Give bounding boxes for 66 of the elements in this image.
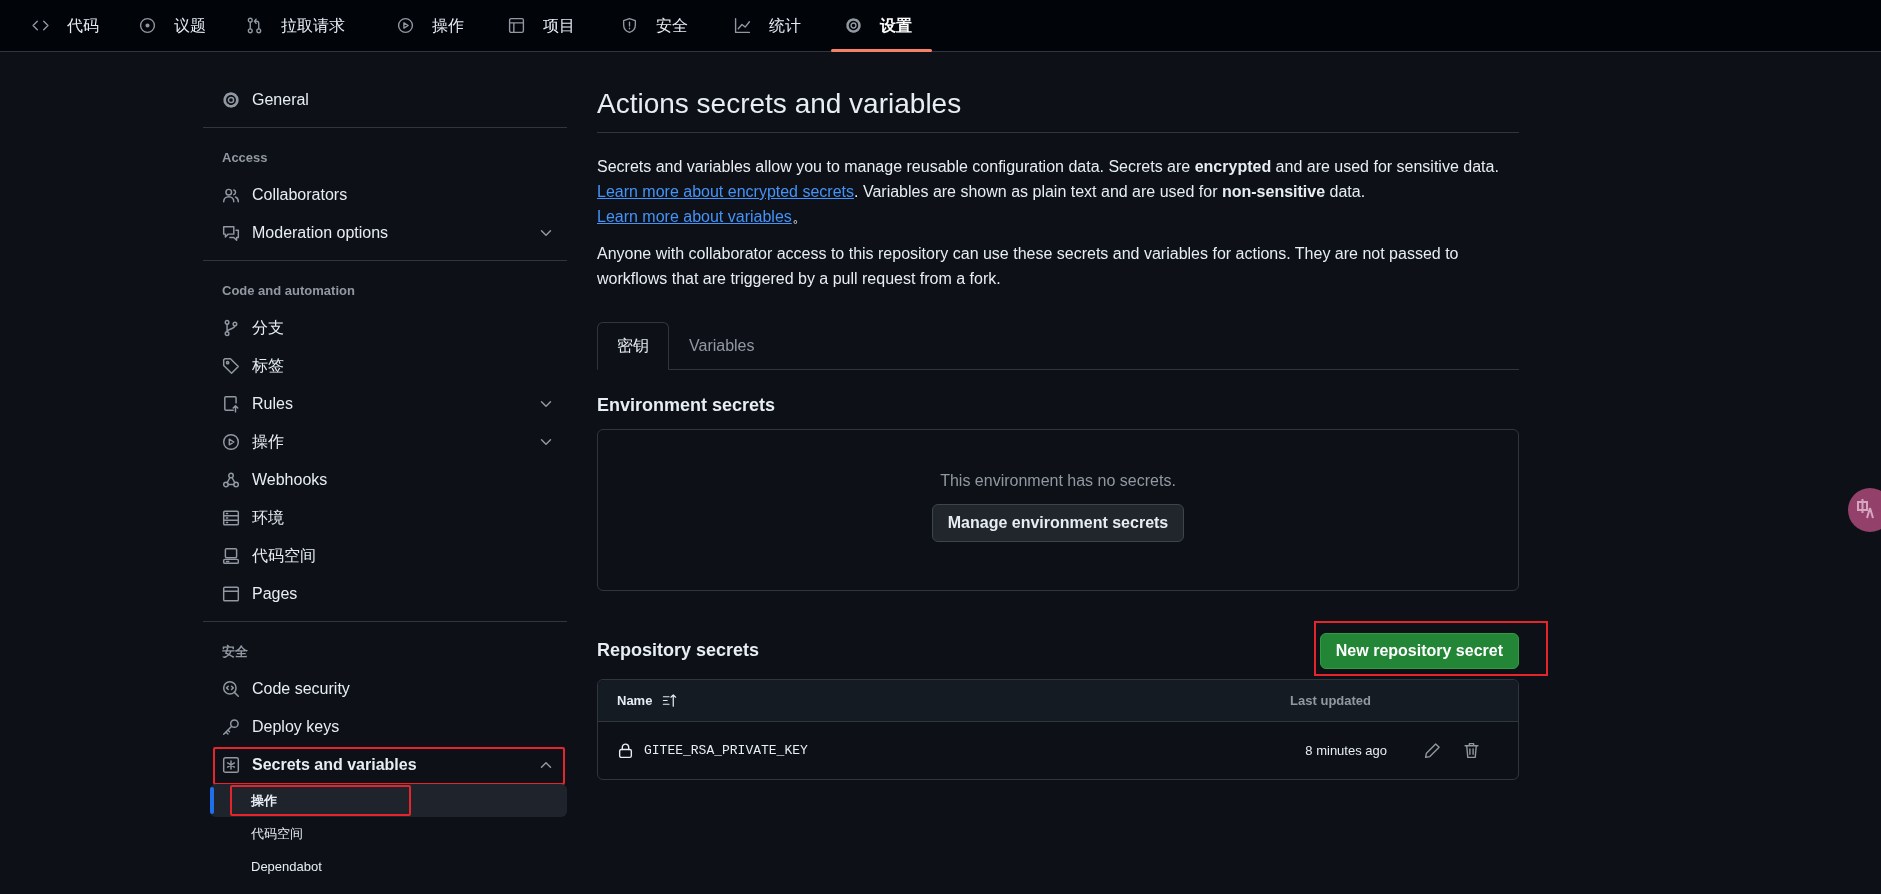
note-text: Anyone with collaborator access to this repository can use these secrets and variables for actions. They are not passed to workflows that are triggered by a pull request from a fork. [597, 244, 1460, 289]
description-text: Secrets and variables allow you to manage reusable configuration data. Secrets are encrypted and are used for sensitive data. Learn more about encrypted secrets. Variables are shown as plain text and are used for non-sensitive data. Learn more about variables。 [597, 157, 1500, 227]
nav-tab[interactable]: 设置 [831, 0, 932, 51]
webhook-icon [222, 471, 240, 489]
translate-icon[interactable] [1846, 488, 1881, 532]
section-heading: Code and automation [221, 282, 356, 300]
browser-icon [222, 585, 240, 603]
sidebar-subitem[interactable]: Dependabot [210, 850, 567, 883]
secret-name: GITEE_RSA_PRIVATE_KEY [644, 741, 808, 760]
graph-icon [734, 17, 751, 34]
sidebar-item[interactable]: 环境 [203, 499, 567, 537]
sidebar-item[interactable]: General [203, 81, 567, 119]
pull-icon [246, 17, 263, 34]
new-repository-secret-button[interactable]: New repository secret [1319, 632, 1519, 669]
sidebar-item[interactable]: 操作 [203, 423, 567, 461]
codespace-icon [222, 547, 240, 565]
trash-icon [1463, 742, 1480, 759]
section-heading: Access [221, 149, 269, 167]
nav-tab[interactable]: 拉取请求 [232, 0, 383, 51]
nav-tab[interactable]: 项目 [494, 0, 607, 51]
lock-icon [617, 742, 634, 759]
play-icon [397, 17, 414, 34]
empty-state-text: This environment has no secrets. [940, 471, 1176, 491]
sidebar-item[interactable]: Code security [203, 670, 567, 708]
manage-environment-secrets-button[interactable]: Manage environment secrets [931, 504, 1185, 542]
tab[interactable]: 密钥 [597, 322, 669, 370]
section-heading: 安全 [221, 643, 249, 661]
page-title: Actions secrets and variables [597, 52, 1519, 133]
sidebar-item[interactable]: Pages [203, 575, 567, 613]
learn-more-link[interactable]: Learn more about variables [597, 208, 792, 225]
section-heading: Repository secrets [597, 639, 760, 662]
sidebar-subitem[interactable]: 代码空间 [210, 817, 567, 850]
pencil-icon [1424, 742, 1441, 759]
sort-icon [662, 693, 678, 708]
column-header: Last updated [1290, 691, 1371, 710]
scan-icon [222, 680, 240, 698]
column-header[interactable]: Name [617, 690, 653, 711]
play-icon [222, 433, 240, 451]
sidebar-item[interactable]: 标签 [203, 347, 567, 385]
sidebar-item[interactable]: 代码空间 [203, 537, 567, 575]
key-icon [222, 718, 240, 736]
section-heading: Environment secrets [597, 394, 777, 417]
sidebar-item[interactable]: Rules [203, 385, 567, 423]
issue-icon [139, 17, 156, 34]
nav-tab[interactable]: 统计 [720, 0, 831, 51]
nav-tab[interactable]: 议题 [125, 0, 232, 51]
tab[interactable]: Variables [669, 322, 775, 370]
shield-icon [621, 17, 638, 34]
tag-icon [222, 357, 240, 375]
comment-icon [222, 224, 240, 242]
updated-time: 8 minutes ago [1305, 741, 1387, 760]
branch-icon [222, 319, 240, 337]
asterisk-icon [222, 756, 240, 774]
rules-icon [222, 395, 240, 413]
sidebar-item[interactable]: Collaborators [203, 176, 567, 214]
people-icon [222, 186, 240, 204]
sidebar-item[interactable]: Webhooks [203, 461, 567, 499]
nav-tab[interactable]: 安全 [607, 0, 720, 51]
sidebar-item[interactable]: Moderation options [203, 214, 567, 252]
sidebar-subitem[interactable]: 操作 [210, 784, 567, 817]
sidebar-item[interactable]: Deploy keys [203, 708, 567, 746]
sidebar-item[interactable]: 分支 [203, 309, 567, 347]
nav-tab[interactable]: 操作 [383, 0, 494, 51]
server-icon [222, 509, 240, 527]
table-icon [508, 17, 525, 34]
nav-tab[interactable]: 代码 [18, 0, 125, 51]
